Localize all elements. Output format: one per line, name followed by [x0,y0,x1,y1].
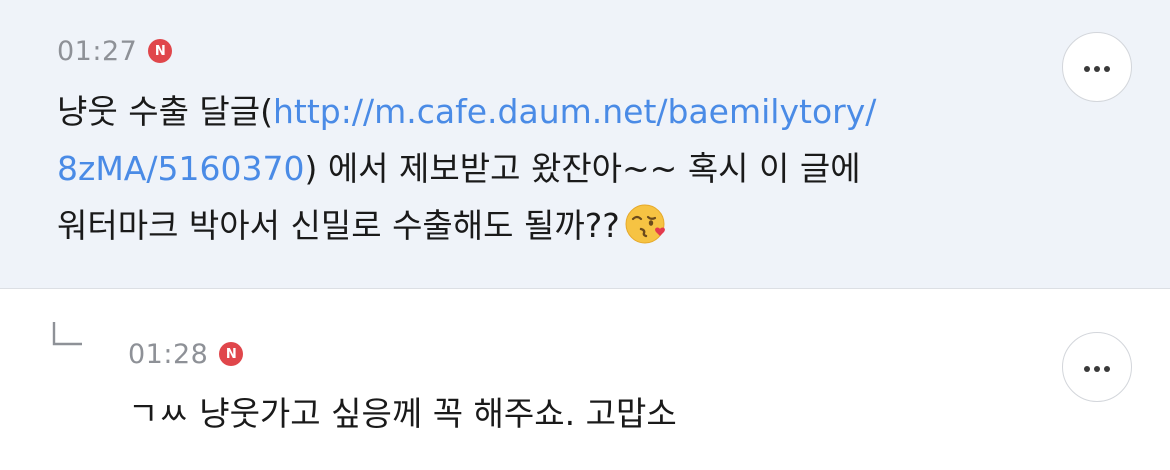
comment-more-button[interactable] [1062,32,1132,102]
more-dots-icon [1083,358,1111,377]
reply-comment-item: 01:28 N ㄱㅆ 냥웃가고 싶응께 꼭 해주쇼. 고맙소 [0,290,1170,470]
reply-text: ㄱㅆ 냥웃가고 싶응께 꼭 해주쇼. 고맙소 [128,394,677,433]
new-badge: N [148,39,173,63]
comment-meta: 01:27 N [57,34,173,68]
comment-link-part-1[interactable]: http://m.cafe.daum.net/baemilytory/ [273,92,876,131]
comment-text: 냥웃 수출 달글(http://m.cafe.daum.net/baemilyt… [57,83,1037,254]
new-badge: N [219,342,244,366]
comment-line-1: 냥웃 수출 달글(http://m.cafe.daum.net/baemilyt… [57,83,1037,140]
comment-line-2: 8zMA/5160370) 에서 제보받고 왔잔아~~ 혹시 이 글에 [57,140,1037,197]
reply-arrow-icon [51,320,83,348]
reply-more-button[interactable] [1062,332,1132,402]
more-dots-icon [1083,58,1111,77]
comment-text-before-link: 냥웃 수출 달글( [57,92,274,131]
face-blowing-kiss-icon [624,201,670,247]
comment-text-after-link: ) 에서 제보받고 왔잔아~~ 혹시 이 글에 [304,149,861,188]
comment-item: 01:27 N 냥웃 수출 달글(http://m.cafe.daum.net/… [0,0,1170,289]
reply-time: 01:28 [128,338,209,370]
comment-text-line-3: 워터마크 박아서 신밀로 수출해도 될까?? [57,206,620,245]
comment-link-part-2[interactable]: 8zMA/5160370 [57,149,304,188]
comment-time: 01:27 [57,35,138,67]
comment-line-3: 워터마크 박아서 신밀로 수출해도 될까?? [57,197,1037,254]
reply-meta: 01:28 N [128,337,244,371]
